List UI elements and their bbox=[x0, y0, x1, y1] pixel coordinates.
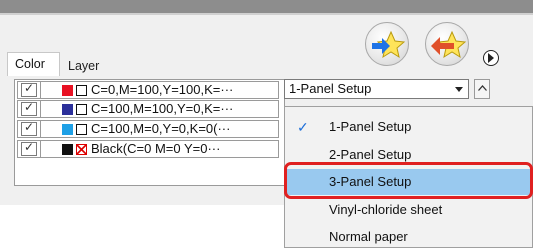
dropdown-option-1-panel[interactable]: ✓ 1-Panel Setup bbox=[285, 114, 532, 140]
color-name: C=100,M=100,Y=0,K=··· bbox=[91, 101, 234, 116]
option-label: Vinyl-chloride sheet bbox=[329, 202, 443, 217]
play-circle-button[interactable] bbox=[483, 50, 499, 66]
color-swatch bbox=[62, 104, 73, 115]
divider bbox=[40, 82, 41, 98]
dropdown-option-vinyl-chloride[interactable]: Vinyl-chloride sheet bbox=[285, 197, 532, 223]
play-icon bbox=[488, 53, 494, 63]
star-arrow-right-button[interactable] bbox=[365, 22, 409, 66]
check-icon: ✓ bbox=[297, 119, 309, 135]
option-label: 2-Panel Setup bbox=[329, 147, 412, 162]
color-name: Black(C=0 M=0 Y=0··· bbox=[91, 141, 221, 156]
visibility-checkbox[interactable] bbox=[21, 140, 37, 156]
chevron-up-icon bbox=[478, 85, 487, 91]
divider bbox=[40, 141, 41, 157]
scroll-up-button[interactable] bbox=[474, 79, 490, 99]
color-swatch bbox=[62, 144, 73, 155]
visibility-checkbox[interactable] bbox=[21, 120, 37, 136]
color-swatch bbox=[62, 85, 73, 96]
color-swatch bbox=[62, 124, 73, 135]
annotation-highlight bbox=[284, 162, 533, 199]
stroke-swatch bbox=[76, 85, 87, 96]
setup-select-value: 1-Panel Setup bbox=[289, 81, 372, 96]
chevron-down-icon[interactable] bbox=[450, 80, 468, 98]
setup-select[interactable]: 1-Panel Setup bbox=[284, 79, 469, 99]
visibility-checkbox[interactable] bbox=[21, 81, 37, 97]
divider bbox=[40, 121, 41, 137]
list-item[interactable]: C=100,M=0,Y=0,K=0(··· bbox=[17, 120, 279, 138]
list-item[interactable]: C=100,M=100,Y=0,K=··· bbox=[17, 100, 279, 118]
star-arrow-right-icon bbox=[372, 30, 406, 59]
dropdown-option-normal-paper[interactable]: Normal paper bbox=[285, 224, 532, 250]
stroke-swatch bbox=[76, 104, 87, 115]
star-arrow-left-button[interactable] bbox=[425, 22, 469, 66]
color-name: C=100,M=0,Y=0,K=0(··· bbox=[91, 121, 231, 136]
tab-color[interactable]: Color bbox=[7, 52, 60, 76]
list-item[interactable]: C=0,M=100,Y=100,K=··· bbox=[17, 81, 279, 99]
color-name: C=0,M=100,Y=100,K=··· bbox=[91, 82, 234, 97]
option-label: Normal paper bbox=[329, 229, 408, 244]
stroke-swatch bbox=[76, 124, 87, 135]
color-list: C=0,M=100,Y=100,K=··· C=100,M=100,Y=0,K=… bbox=[14, 79, 285, 186]
option-label: 1-Panel Setup bbox=[329, 119, 412, 134]
star-arrow-left-icon bbox=[431, 30, 467, 59]
tab-layer[interactable]: Layer bbox=[61, 55, 119, 77]
visibility-checkbox[interactable] bbox=[21, 100, 37, 116]
no-stroke-icon bbox=[75, 143, 87, 155]
divider bbox=[40, 101, 41, 117]
top-bar bbox=[0, 0, 533, 13]
list-item[interactable]: Black(C=0 M=0 Y=0··· bbox=[17, 140, 279, 158]
